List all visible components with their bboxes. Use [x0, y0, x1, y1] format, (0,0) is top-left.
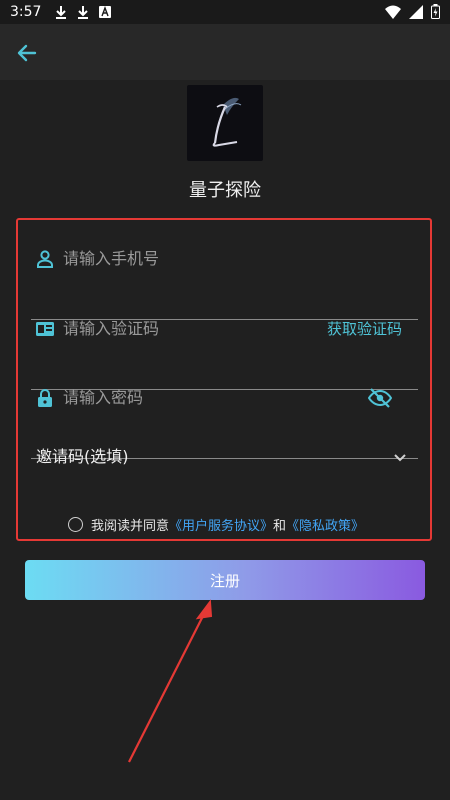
- wifi-icon: [385, 5, 401, 19]
- agreement-checkbox[interactable]: [68, 516, 83, 532]
- password-input[interactable]: 请输入密码: [63, 388, 143, 408]
- app-store-icon: [99, 6, 112, 18]
- download-icon: [56, 6, 67, 19]
- agreement-row: 我阅读并同意 《用户服务协议》 和 《隐私政策》: [68, 514, 364, 534]
- status-time: 3:57: [10, 4, 42, 20]
- eye-off-icon[interactable]: [368, 386, 392, 410]
- register-button[interactable]: 注册: [25, 560, 425, 600]
- back-button[interactable]: [14, 40, 40, 66]
- feather-icon: [212, 97, 242, 147]
- privacy-link[interactable]: 《隐私政策》: [286, 515, 364, 534]
- lock-icon: [38, 389, 52, 407]
- person-icon: [37, 250, 53, 268]
- terms-link[interactable]: 《用户服务协议》: [169, 515, 273, 534]
- phone-input[interactable]: 请输入手机号: [63, 249, 159, 269]
- invite-code-dropdown[interactable]: 邀请码(选填): [36, 445, 416, 469]
- agreement-prefix: 我阅读并同意: [91, 518, 170, 534]
- phone-field[interactable]: 请输入手机号: [31, 249, 418, 320]
- card-icon: [36, 322, 54, 336]
- chevron-down-icon: [394, 454, 406, 462]
- register-button-label: 注册: [209, 571, 240, 590]
- verification-code-field[interactable]: 请输入验证码 获取验证码: [31, 319, 418, 390]
- get-code-button[interactable]: 获取验证码: [327, 319, 402, 339]
- download-icon: [78, 6, 89, 19]
- invite-code-label: 邀请码(选填): [36, 447, 129, 466]
- verification-code-input[interactable]: 请输入验证码: [63, 319, 159, 339]
- status-bar: 3:57: [0, 0, 450, 24]
- app-name: 量子探险: [189, 180, 261, 201]
- app-logo: [187, 85, 263, 161]
- signal-icon: [409, 4, 423, 19]
- arrow-left-icon: [17, 44, 37, 62]
- app-bar: [0, 24, 450, 80]
- agreement-and: 和: [273, 518, 287, 534]
- battery-icon: [431, 4, 440, 19]
